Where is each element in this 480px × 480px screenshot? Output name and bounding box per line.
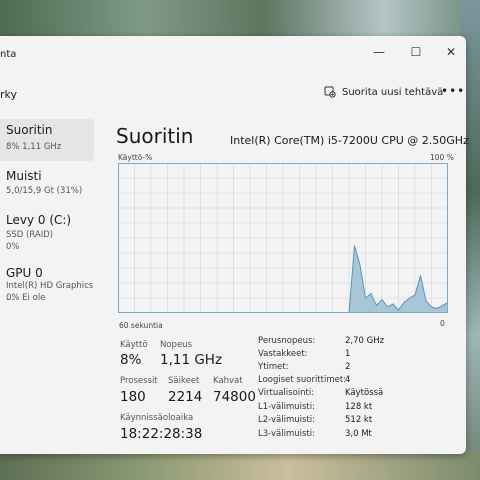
sidebar-item-disk[interactable]: Levy 0 (C:) SSD (RAID) 0%: [0, 209, 94, 257]
cpu-model-name: Intel(R) Core(TM) i5-7200U CPU @ 2.50GHz: [230, 134, 469, 147]
spec-value: 2: [345, 362, 351, 372]
sidebar-item-usage: 0%: [6, 242, 20, 252]
cpu-usage-graph: [118, 163, 448, 313]
spec-value: Käytössä: [345, 388, 384, 398]
run-new-task-label: Suorita uusi tehtävä: [342, 86, 444, 98]
spec-key: Vastakkeet:: [258, 349, 308, 359]
threads-value: 2214: [168, 389, 203, 405]
spec-key: L2-välimuisti:: [258, 415, 315, 425]
minimize-button[interactable]: —: [364, 42, 394, 62]
usage-label: Käyttö: [120, 340, 148, 350]
graph-x-left-label: 60 sekuntia: [119, 321, 163, 330]
speed-label: Nopeus: [160, 340, 192, 350]
spec-key: Ytimet:: [258, 362, 289, 372]
handles-value: 74800: [213, 389, 256, 405]
graph-x-right-label: 0: [440, 319, 445, 328]
handles-label: Kahvat: [213, 376, 243, 386]
graph-y-label: Käyttö-%: [118, 153, 153, 162]
graph-grid: [118, 163, 448, 313]
spec-key: Perusnopeus:: [258, 336, 316, 346]
spec-key: Virtualisointi:: [258, 388, 315, 398]
spec-value: 2,70 GHz: [345, 336, 385, 346]
processes-value: 180: [120, 389, 146, 405]
uptime-value: 18:22:28:38: [120, 426, 203, 442]
spec-key: L3-välimuisti:: [258, 429, 315, 439]
spec-value: 4: [345, 375, 351, 385]
section-title: rky: [0, 88, 18, 101]
sidebar-item-usage: 0% Ei ole: [6, 293, 46, 303]
sidebar-item-label: Suoritin: [6, 123, 53, 137]
title-bar[interactable]: nta — ☐ ✕: [0, 36, 466, 70]
spec-value: 128 kt: [345, 402, 373, 412]
sidebar-item-label: Muisti: [6, 169, 42, 183]
speed-value: 1,11 GHz: [160, 352, 223, 368]
wallpaper-top: [0, 0, 480, 40]
processes-label: Prosessit: [120, 376, 158, 386]
sidebar-item-detail: 8% 1,11 GHz: [6, 142, 62, 152]
sidebar-item-label: Levy 0 (C:): [6, 213, 72, 227]
sidebar-item-gpu[interactable]: GPU 0 Intel(R) HD Graphics ... 0% Ei ole: [0, 262, 94, 306]
threads-label: Säikeet: [168, 376, 200, 386]
sidebar-item-label: GPU 0: [6, 266, 43, 280]
run-task-icon: [324, 86, 336, 98]
spec-key: Loogiset suorittimet:: [258, 375, 347, 385]
sidebar-item-detail: SSD (RAID): [6, 230, 54, 240]
close-button[interactable]: ✕: [436, 42, 466, 62]
more-options-button[interactable]: •••: [441, 84, 465, 98]
wallpaper-bottom: [0, 450, 480, 480]
spec-value: 512 kt: [345, 415, 373, 425]
sidebar-item-cpu[interactable]: Suoritin 8% 1,11 GHz: [0, 119, 94, 161]
usage-value: 8%: [120, 352, 142, 368]
spec-value: 1: [345, 349, 351, 359]
maximize-button[interactable]: ☐: [401, 42, 431, 62]
uptime-label: Käynnissäoloaika: [120, 413, 194, 423]
sidebar-item-memory[interactable]: Muisti 5,0/15,9 Gt (31%): [0, 165, 94, 207]
window-title: nta: [0, 49, 17, 60]
page-title: Suoritin: [116, 124, 194, 148]
spec-key: L1-välimuisti:: [258, 402, 315, 412]
graph-y-max: 100 %: [430, 153, 454, 162]
spec-value: 3,0 Mt: [345, 429, 372, 439]
sidebar-item-detail: 5,0/15,9 Gt (31%): [6, 186, 83, 196]
run-new-task-button[interactable]: Suorita uusi tehtävä: [324, 86, 443, 98]
